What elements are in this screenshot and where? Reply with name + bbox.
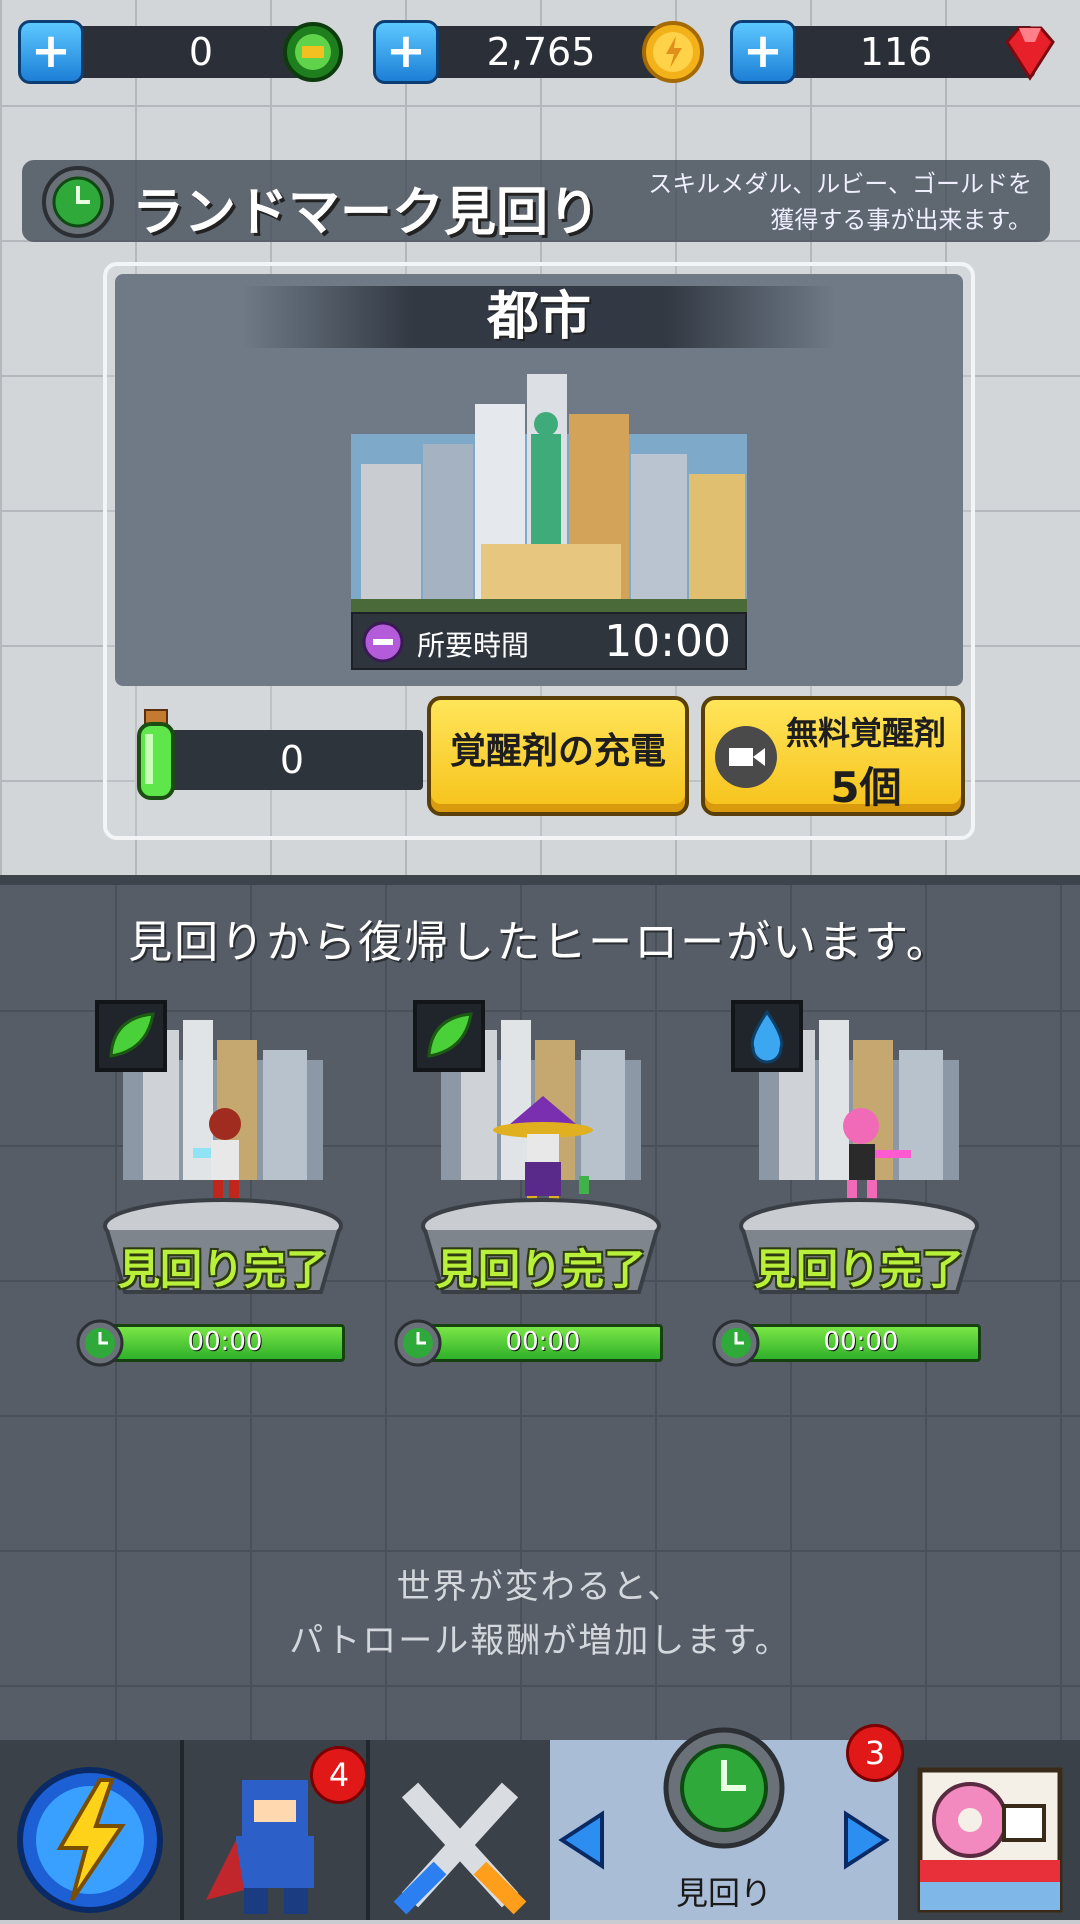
potion-bottle-icon [137,709,175,800]
hero-timer: 00:00 [75,1316,351,1370]
gold-coin-icon [642,21,704,83]
nav-prev-arrow-icon[interactable] [556,1810,608,1870]
hero-slot-3[interactable]: 見回り完了 00:00 [712,1000,1011,1370]
patrol-complete-label: 見回り完了 [117,1245,328,1294]
hero-timer: 00:00 [711,1316,987,1370]
donut-shop-icon [917,1767,1063,1913]
page-title: ランドマーク見回り [132,183,601,243]
patrol-notification-badge: 3 [846,1724,904,1782]
banner-description: スキルメダル、ルビー、ゴールドを 獲得する事が出来ます。 [648,170,1032,234]
patrol-clock-icon [42,166,114,238]
landmark-stage: 都市 所要時間 10:00 [115,274,963,686]
gold-amount: 2,765 [486,30,596,74]
timer-clock-icon [394,1319,442,1367]
nav-shop[interactable] [898,1740,1080,1920]
city-landmark-image [351,374,747,614]
nav-heroes[interactable]: 4 [184,1740,368,1920]
leaf-element-icon [413,1000,485,1072]
timer-clock-icon [76,1319,124,1367]
potion-count: 0 [279,738,305,782]
city-card[interactable]: 所要時間 10:00 [351,374,747,670]
world-change-message: 世界が変わると、 パトロール報酬が増加します。 [289,1567,791,1661]
video-camera-icon [715,726,777,788]
hero-timer: 00:00 [393,1316,669,1370]
bottom-nav: 4 見回り 3 [0,1724,1080,1920]
patrol-clock-icon [663,1727,785,1849]
hero-slot-1[interactable]: 見回り完了 00:00 [76,1000,375,1370]
nav-battle[interactable] [370,1740,550,1920]
nav-patrol[interactable]: 見回り 3 [550,1724,904,1920]
patrol-banner: ランドマーク見回り スキルメダル、ルビー、ゴールドを 獲得する事が出来ます。 [22,160,1050,243]
awakening-potion-counter: 0 [133,706,423,802]
patrol-complete-label: 見回り完了 [753,1245,964,1294]
landmark-title: 都市 [115,286,963,348]
required-time-bar: 所要時間 10:00 [351,612,747,670]
required-time-value: 10:00 [604,616,731,667]
ruby-amount: 116 [859,30,933,74]
patrol-complete-label: 見回り完了 [435,1245,646,1294]
leaf-element-icon [95,1000,167,1072]
skill-medal-counter: 0 + [18,20,348,84]
ruby-counter: 116 + [730,20,1065,84]
add-ruby-button[interactable]: + [730,20,796,84]
nav-patrol-label: 見回り [675,1874,772,1912]
hero-slot-2[interactable]: 見回り完了 00:00 [394,1000,693,1370]
charge-potion-button[interactable]: 覚醒剤の充電 [427,696,689,816]
add-skill-medal-button[interactable]: + [18,20,84,84]
gold-counter: 2,765 + [373,20,708,84]
water-element-icon [731,1000,803,1072]
nav-energy[interactable] [0,1740,180,1920]
returned-heroes-message: 見回りから復帰したヒーローがいます。 [128,917,952,968]
nav-next-arrow-icon[interactable] [840,1810,892,1870]
skill-medal-icon [283,22,343,82]
crossed-swords-icon [393,1782,527,1915]
time-icon [362,621,404,663]
lightning-icon [17,1767,163,1913]
hero-notification-badge: 4 [310,1746,368,1804]
landmark-panel: 都市 所要時間 10:00 0 覚醒剤の充電 無料覚醒剤 5個 [103,262,975,840]
required-time-label: 所要時間 [417,629,530,662]
timer-clock-icon [712,1319,760,1367]
add-gold-button[interactable]: + [373,20,439,84]
ruby-icon [1005,26,1055,81]
free-potion-button[interactable]: 無料覚醒剤 5個 [701,696,965,816]
